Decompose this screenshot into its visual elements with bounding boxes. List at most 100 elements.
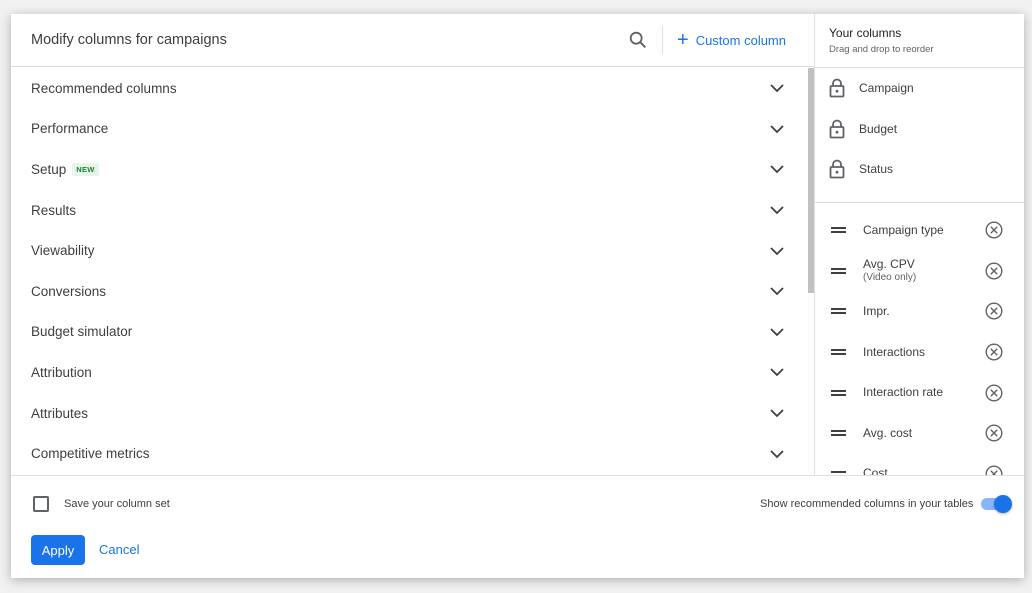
category-label-text: Setup: [31, 161, 67, 177]
remove-column-icon[interactable]: [985, 384, 1003, 402]
your-columns-header: Your columns Drag and drop to reorder: [815, 14, 1024, 68]
chevron-down-icon[interactable]: [769, 243, 785, 259]
dialog-header: Modify columns for campaigns + Custom co…: [11, 14, 814, 67]
chevron-down-icon[interactable]: [769, 283, 785, 299]
category-label-text: Attributes: [31, 405, 89, 421]
your-columns-subtitle: Drag and drop to reorder: [829, 44, 934, 55]
category-label-text: Budget simulator: [31, 324, 133, 340]
category-label: Viewability: [31, 243, 95, 258]
category-row[interactable]: Results: [11, 190, 808, 231]
category-label-text: Performance: [31, 121, 109, 137]
column-item[interactable]: Interactions: [815, 332, 1024, 373]
column-item[interactable]: Avg. cost: [815, 413, 1024, 454]
category-label: Recommended columns: [31, 81, 177, 96]
custom-column-label: Custom column: [695, 32, 786, 48]
drag-handle-icon[interactable]: [831, 307, 846, 315]
category-label-text: Attribution: [31, 364, 92, 380]
column-item[interactable]: Interaction rate: [815, 372, 1024, 413]
modify-columns-dialog: Modify columns for campaigns + Custom co…: [11, 14, 1024, 578]
category-row[interactable]: Performance: [11, 109, 808, 150]
locked-column-item: Status: [815, 149, 1024, 190]
column-label-text: Avg. cost: [863, 425, 913, 440]
header-divider: [662, 26, 663, 54]
your-columns-pane: Your columns Drag and drop to reorder Ca…: [814, 14, 1024, 475]
category-list: Recommended columns Performance Setup NEW Re…: [11, 68, 808, 475]
new-badge: NEW: [72, 162, 99, 176]
locked-column-label: Budget: [859, 121, 898, 136]
chevron-down-icon[interactable]: [769, 202, 785, 218]
category-row[interactable]: Conversions: [11, 271, 808, 312]
chevron-down-icon[interactable]: [769, 161, 785, 177]
column-label: Impr.: [863, 303, 890, 318]
category-label-text: Recommended columns: [31, 80, 177, 96]
column-label-text: Avg. CPV: [863, 256, 915, 271]
remove-column-icon[interactable]: [985, 424, 1003, 442]
category-row[interactable]: Setup NEW: [11, 149, 808, 190]
remove-column-icon[interactable]: [985, 262, 1003, 280]
search-button[interactable]: [627, 29, 649, 51]
lock-icon: [829, 78, 845, 98]
category-row[interactable]: Viewability: [11, 230, 808, 271]
drag-handle-icon[interactable]: [831, 389, 846, 397]
locked-columns: Campaign Budget Status: [815, 68, 1024, 203]
category-label-text: Conversions: [31, 283, 107, 299]
column-label: Interaction rate: [863, 386, 943, 399]
category-row[interactable]: Attribution: [11, 352, 808, 393]
dialog-footer: Save your column set Show recommended co…: [11, 475, 1024, 578]
category-label: Competitive metrics: [31, 446, 150, 461]
chevron-down-icon[interactable]: [769, 405, 785, 421]
search-icon: [629, 31, 647, 49]
locked-column-label: Campaign: [859, 81, 914, 96]
column-label: Cost: [863, 467, 888, 475]
category-label: Budget simulator: [31, 324, 132, 339]
remove-column-icon[interactable]: [985, 221, 1003, 239]
category-label-text: Viewability: [31, 243, 95, 259]
dialog-title: Modify columns for campaigns: [31, 32, 227, 48]
drag-handle-icon[interactable]: [831, 267, 846, 275]
cancel-button[interactable]: Cancel: [99, 542, 139, 557]
column-item[interactable]: Impr.: [815, 291, 1024, 332]
category-row[interactable]: Recommended columns: [11, 68, 808, 109]
toggle-knob: [994, 495, 1012, 513]
drag-handle-icon[interactable]: [831, 348, 846, 356]
column-label-text: Cost: [863, 466, 888, 475]
category-label-text: Competitive metrics: [31, 446, 150, 462]
your-columns-title: Your columns: [829, 26, 902, 40]
categories-pane: Modify columns for campaigns + Custom co…: [11, 14, 814, 475]
category-label: Performance: [31, 121, 108, 136]
chevron-down-icon[interactable]: [769, 364, 785, 380]
drag-handle-icon[interactable]: [831, 429, 846, 437]
drag-handle-icon[interactable]: [831, 226, 846, 234]
chevron-down-icon[interactable]: [769, 324, 785, 340]
column-label-text: Impr.: [863, 303, 890, 318]
category-row[interactable]: Attributes: [11, 393, 808, 434]
column-label: Avg. cost: [863, 425, 913, 440]
lock-icon: [829, 119, 845, 139]
locked-column-item: Campaign: [815, 68, 1024, 109]
category-row[interactable]: Budget simulator: [11, 312, 808, 353]
remove-column-icon[interactable]: [985, 343, 1003, 361]
column-label-text: Interactions: [863, 344, 926, 359]
column-item[interactable]: Cost: [815, 454, 1024, 475]
column-item[interactable]: Campaign type: [815, 210, 1024, 251]
save-column-set-label: Save your column set: [64, 498, 170, 510]
column-sublabel: (Video only): [863, 271, 917, 283]
selected-columns: Campaign type Avg. CPV (Video only) Impr. In…: [815, 210, 1024, 475]
save-column-set-checkbox[interactable]: [33, 496, 49, 512]
category-label: Attribution: [31, 365, 92, 380]
apply-button[interactable]: Apply: [31, 535, 85, 565]
custom-column-button[interactable]: + Custom column: [677, 30, 786, 50]
chevron-down-icon[interactable]: [769, 121, 785, 137]
category-row[interactable]: Competitive metrics: [11, 433, 808, 474]
column-item[interactable]: Avg. CPV (Video only): [815, 251, 1024, 292]
locked-column-label: Status: [859, 162, 894, 177]
remove-column-icon[interactable]: [985, 465, 1003, 475]
remove-column-icon[interactable]: [985, 302, 1003, 320]
chevron-down-icon[interactable]: [769, 446, 785, 462]
show-recommended-toggle[interactable]: [981, 495, 1012, 513]
locked-column-item: Budget: [815, 109, 1024, 150]
column-label: Campaign type: [863, 223, 944, 237]
lock-icon: [829, 159, 845, 179]
chevron-down-icon[interactable]: [769, 80, 785, 96]
category-label: Attributes: [31, 406, 88, 421]
